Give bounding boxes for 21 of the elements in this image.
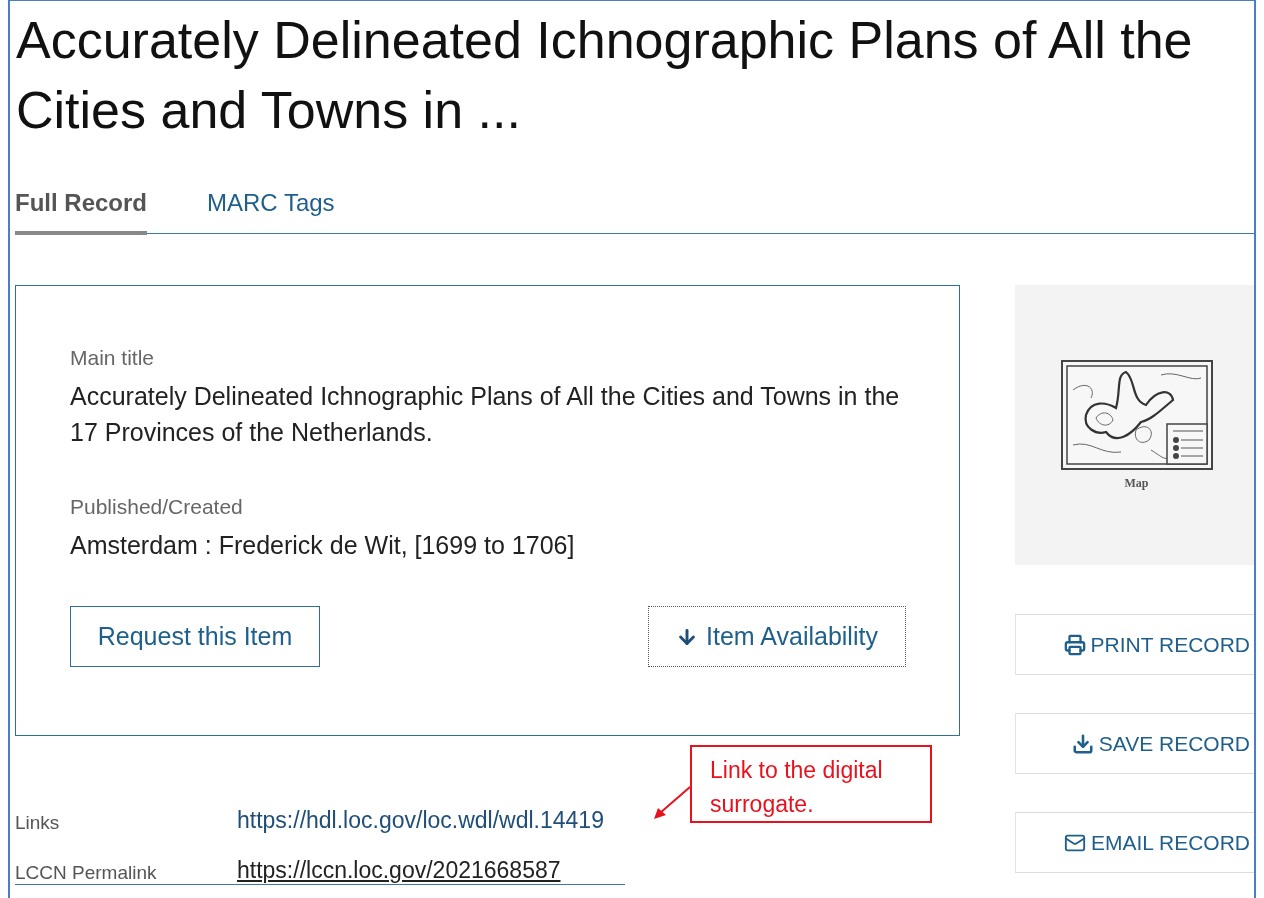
availability-button[interactable]: Item Availability: [648, 606, 906, 667]
field-label: Published/Created: [70, 494, 244, 520]
field-value: Accurately Delineated Ichnographic Plans of All the Cities and Towns in the 17 Provinces of the Netherlands.: [70, 381, 901, 448]
field-value: Amsterdam : Frederick de Wit, [1699 to 1706]: [70, 530, 576, 561]
printer-icon: [1063, 633, 1086, 656]
field-label: Main title: [70, 345, 156, 371]
thumbnail-caption: Map: [1124, 475, 1149, 491]
page-title: Accurately Delineated Ichnographic Plans of All the Cities and Towns in ...: [16, 10, 1194, 141]
download-icon: [1071, 732, 1094, 755]
link-label: Links: [15, 812, 61, 834]
url-link[interactable]: https://lccn.loc.gov/2021668587: [237, 857, 561, 884]
record-action-button[interactable]: EMAIL RECORD: [1015, 812, 1254, 873]
tab[interactable]: MARC Tags: [207, 189, 335, 235]
url-link[interactable]: https://hdl.loc.gov/loc.wdl/wdl.14419: [237, 807, 604, 834]
tab[interactable]: Full Record: [15, 189, 147, 235]
record-action-button[interactable]: PRINT RECORD: [1015, 614, 1254, 675]
annotation-callout: Link to the digital surrogate.: [690, 745, 932, 823]
annotation-arrow: [652, 785, 692, 821]
request-button[interactable]: Request this Item: [70, 606, 320, 667]
record-action-button[interactable]: SAVE RECORD: [1015, 713, 1254, 774]
link-label: LCCN Permalink: [15, 862, 158, 884]
